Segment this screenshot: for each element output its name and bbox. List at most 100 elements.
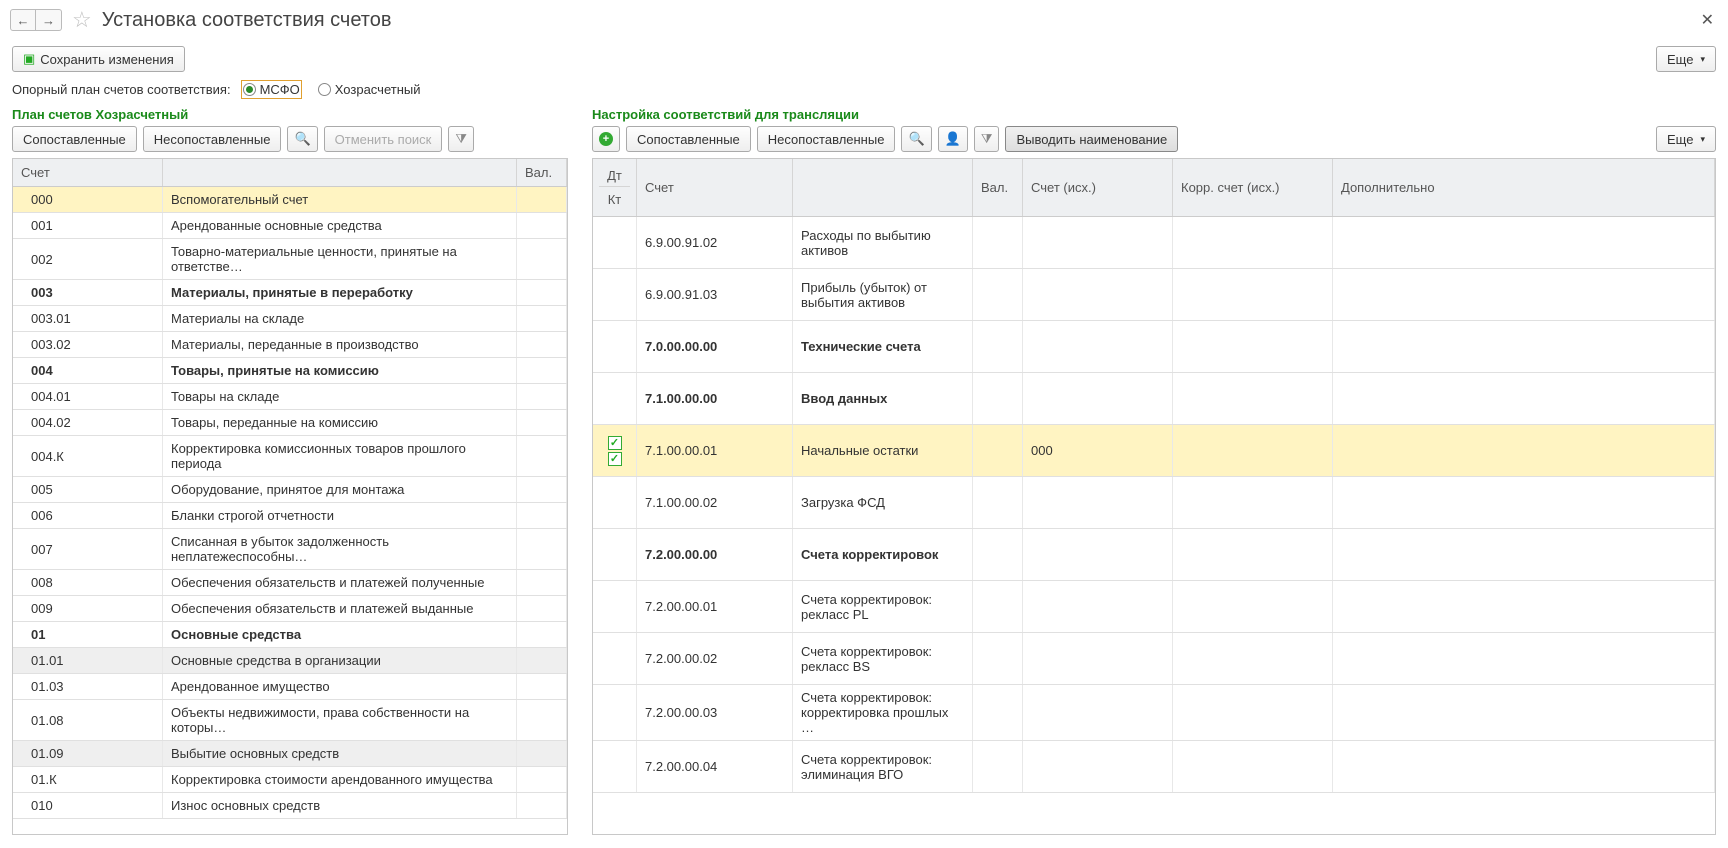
left-col-val[interactable]: Вал. <box>517 159 567 186</box>
table-row[interactable]: 7.2.00.00.04Счета корректировок: элимина… <box>593 741 1715 793</box>
checkbox-kt-icon[interactable]: ✓ <box>608 452 622 466</box>
nav-forward-button[interactable]: → <box>36 9 62 31</box>
close-icon[interactable]: ✕ <box>1697 6 1718 34</box>
chevron-down-icon: ▾ <box>1700 54 1705 65</box>
right-add-button[interactable]: + <box>592 126 620 152</box>
right-col-kt: Кт <box>600 189 630 210</box>
right-grid[interactable]: Дт Кт Счет Вал. Счет (исх.) Корр. счет (… <box>592 158 1716 835</box>
right-grid-body: 6.9.00.91.02Расходы по выбытию активов6.… <box>593 217 1715 793</box>
table-row[interactable]: 010Износ основных средств <box>13 793 567 819</box>
table-row[interactable]: ✓✓7.1.00.00.01Начальные остатки000 <box>593 425 1715 477</box>
right-col-dtkt[interactable]: Дт Кт <box>593 159 637 216</box>
right-col-corr[interactable]: Корр. счет (исх.) <box>1173 159 1333 216</box>
radio-unchecked-icon <box>318 83 331 96</box>
radio-msfo[interactable]: МСФО <box>241 80 302 99</box>
right-more-button[interactable]: Еще ▾ <box>1656 126 1716 152</box>
table-row[interactable]: 01.ККорректировка стоимости арендованног… <box>13 767 567 793</box>
right-col-extra[interactable]: Дополнительно <box>1333 159 1715 216</box>
cell-src: 000 <box>1023 425 1173 476</box>
checkbox-dt-icon[interactable]: ✓ <box>608 436 622 450</box>
cell-account: 6.9.00.91.02 <box>637 217 793 268</box>
radio-hozraschet-label: Хозрасчетный <box>335 82 421 97</box>
table-row[interactable]: 01.03Арендованное имущество <box>13 674 567 700</box>
table-row[interactable]: 7.2.00.00.02Счета корректировок: рекласс… <box>593 633 1715 685</box>
left-grid[interactable]: Счет Вал. 000Вспомогательный счет001Арен… <box>12 158 568 835</box>
cell-code: 01.01 <box>13 648 163 673</box>
cell-name: Товары, переданные на комиссию <box>163 410 517 435</box>
table-row[interactable]: 004.01Товары на складе <box>13 384 567 410</box>
right-col-src[interactable]: Счет (исх.) <box>1023 159 1173 216</box>
save-button[interactable]: ▣ Сохранить изменения <box>12 46 185 72</box>
save-button-label: Сохранить изменения <box>40 52 174 67</box>
table-row[interactable]: 004.02Товары, переданные на комиссию <box>13 410 567 436</box>
left-search-button[interactable]: 🔍 <box>287 126 317 152</box>
table-row[interactable]: 001Арендованные основные средства <box>13 213 567 239</box>
right-search-button[interactable]: 🔍 <box>901 126 931 152</box>
left-matched-button[interactable]: Сопоставленные <box>12 126 137 152</box>
reference-plan-row: Опорный план счетов соответствия: МСФО Х… <box>0 78 1728 107</box>
left-col-name[interactable] <box>163 159 517 186</box>
table-row[interactable]: 7.0.00.00.00Технические счета <box>593 321 1715 373</box>
left-pane: План счетов Хозрасчетный Сопоставленные … <box>0 107 580 835</box>
titlebar: ← → ☆ Установка соответствия счетов ✕ <box>0 0 1728 40</box>
table-row[interactable]: 003.01Материалы на складе <box>13 306 567 332</box>
cell-val <box>973 741 1023 792</box>
cell-dtkt <box>593 321 637 372</box>
cell-account: 6.9.00.91.03 <box>637 269 793 320</box>
table-row[interactable]: 7.2.00.00.01Счета корректировок: рекласс… <box>593 581 1715 633</box>
cell-val <box>517 793 567 818</box>
table-row[interactable]: 004Товары, принятые на комиссию <box>13 358 567 384</box>
table-row[interactable]: 000Вспомогательный счет <box>13 187 567 213</box>
left-pane-title: План счетов Хозрасчетный <box>0 107 580 126</box>
table-row[interactable]: 005Оборудование, принятое для монтажа <box>13 477 567 503</box>
table-row[interactable]: 7.2.00.00.03Счета корректировок: коррект… <box>593 685 1715 741</box>
right-filter-button[interactable]: ⧩ <box>974 126 1000 152</box>
table-row[interactable]: 6.9.00.91.02Расходы по выбытию активов <box>593 217 1715 269</box>
table-row[interactable]: 007Списанная в убыток задолженность непл… <box>13 529 567 570</box>
cell-dtkt <box>593 269 637 320</box>
left-col-account[interactable]: Счет <box>13 159 163 186</box>
right-user-button: 👤 <box>938 126 968 152</box>
radio-checked-icon <box>243 83 256 96</box>
cell-val <box>517 570 567 595</box>
cell-src <box>1023 741 1173 792</box>
right-col-desc[interactable] <box>793 159 973 216</box>
more-button[interactable]: Еще ▾ <box>1656 46 1716 72</box>
favorite-star-icon[interactable]: ☆ <box>72 7 92 33</box>
table-row[interactable]: 01.09Выбытие основных средств <box>13 741 567 767</box>
cell-val <box>517 332 567 357</box>
table-row[interactable]: 003.02Материалы, переданные в производст… <box>13 332 567 358</box>
cell-val <box>517 280 567 305</box>
cell-corr <box>1173 529 1333 580</box>
right-matched-button[interactable]: Сопоставленные <box>626 126 751 152</box>
table-row[interactable]: 008Обеспечения обязательств и платежей п… <box>13 570 567 596</box>
table-row[interactable]: 7.2.00.00.00Счета корректировок <box>593 529 1715 581</box>
cell-account: 7.2.00.00.04 <box>637 741 793 792</box>
table-row[interactable]: 01.08Объекты недвижимости, права собстве… <box>13 700 567 741</box>
table-row[interactable]: 003Материалы, принятые в переработку <box>13 280 567 306</box>
cell-account: 7.2.00.00.03 <box>637 685 793 740</box>
right-shownames-button[interactable]: Выводить наименование <box>1005 126 1178 152</box>
table-row[interactable]: 006Бланки строгой отчетности <box>13 503 567 529</box>
table-row[interactable]: 7.1.00.00.00Ввод данных <box>593 373 1715 425</box>
cell-corr <box>1173 269 1333 320</box>
right-col-val[interactable]: Вал. <box>973 159 1023 216</box>
table-row[interactable]: 7.1.00.00.02Загрузка ФСД <box>593 477 1715 529</box>
table-row[interactable]: 01Основные средства <box>13 622 567 648</box>
left-filter-button[interactable]: ⧩ <box>448 126 474 152</box>
table-row[interactable]: 002Товарно-материальные ценности, принят… <box>13 239 567 280</box>
left-unmatched-button[interactable]: Несопоставленные <box>143 126 282 152</box>
right-col-account[interactable]: Счет <box>637 159 793 216</box>
table-row[interactable]: 009Обеспечения обязательств и платежей в… <box>13 596 567 622</box>
table-row[interactable]: 6.9.00.91.03Прибыль (убыток) от выбытия … <box>593 269 1715 321</box>
cell-src <box>1023 373 1173 424</box>
table-row[interactable]: 01.01Основные средства в организации <box>13 648 567 674</box>
cell-code: 006 <box>13 503 163 528</box>
cell-corr <box>1173 321 1333 372</box>
left-cancel-search-button[interactable]: Отменить поиск <box>324 126 443 152</box>
right-unmatched-button[interactable]: Несопоставленные <box>757 126 896 152</box>
table-row[interactable]: 004.ККорректировка комиссионных товаров … <box>13 436 567 477</box>
cell-name: Материалы, переданные в производство <box>163 332 517 357</box>
radio-hozraschet[interactable]: Хозрасчетный <box>316 80 423 99</box>
nav-back-button[interactable]: ← <box>10 9 36 31</box>
